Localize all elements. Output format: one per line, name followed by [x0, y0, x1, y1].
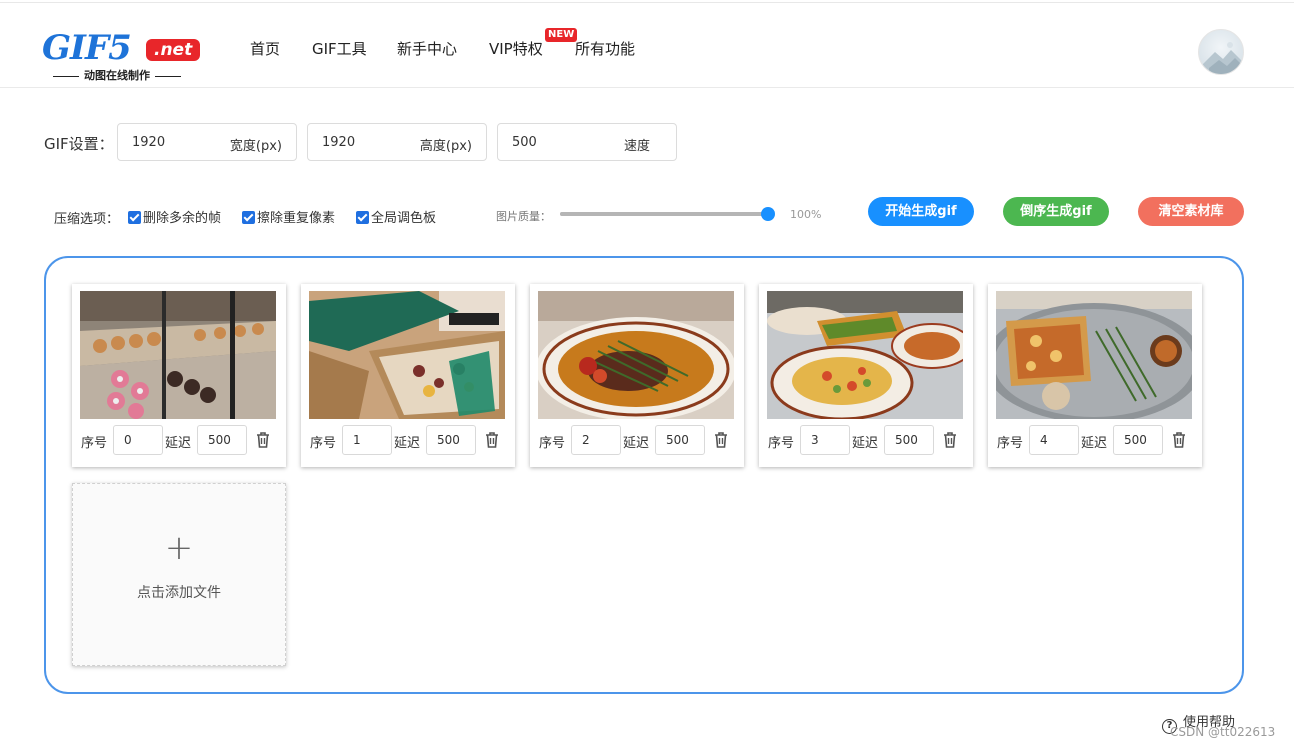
frame-delay-label: 延迟 — [165, 436, 192, 451]
frame-delay-input[interactable]: 500 — [655, 425, 705, 455]
frame-controls: 序号 0 延迟 500 — [81, 425, 281, 455]
frame-card: 序号 0 延迟 500 — [72, 284, 286, 467]
frame-index-label: 序号 — [768, 436, 795, 451]
trash-icon[interactable] — [255, 431, 271, 449]
checkbox-checked-icon[interactable] — [242, 211, 255, 224]
frame-index-input[interactable]: 1 — [342, 425, 392, 455]
checkbox-checked-icon[interactable] — [128, 211, 141, 224]
reverse-generate-button[interactable]: 倒序生成gif — [1003, 197, 1109, 226]
checkbox-label: 擦除重复像素 — [257, 211, 336, 226]
clear-library-button[interactable]: 清空素材库 — [1138, 197, 1244, 226]
logo-net-badge: .net — [146, 39, 201, 61]
frame-controls: 序号 1 延迟 500 — [310, 425, 510, 455]
frame-thumbnail[interactable] — [80, 291, 276, 419]
logo-text: GIF5 — [42, 28, 132, 68]
frame-delay-label: 延迟 — [852, 436, 879, 451]
width-input[interactable] — [118, 124, 218, 160]
frame-delay-label: 延迟 — [623, 436, 650, 451]
checkbox-global-palette[interactable]: 全局调色板 — [356, 207, 436, 226]
checkbox-label: 删除多余的帧 — [143, 211, 222, 226]
checkbox-erase-pixels[interactable]: 擦除重复像素 — [242, 207, 335, 226]
user-avatar[interactable] — [1198, 29, 1244, 75]
checkbox-label: 全局调色板 — [371, 211, 437, 226]
frame-thumbnail[interactable] — [996, 291, 1192, 419]
nav-all-features[interactable]: 所有功能 — [575, 38, 635, 59]
add-file-label: 点击添加文件 — [137, 585, 221, 601]
frame-delay-input[interactable]: 500 — [884, 425, 934, 455]
frame-card: 序号 3 延迟 500 — [759, 284, 973, 467]
frame-card: 序号 4 延迟 500 — [988, 284, 1202, 467]
compress-options-label: 压缩选项： — [54, 212, 120, 227]
gif-settings-label: GIF设置： — [44, 135, 114, 153]
frame-index-input[interactable]: 2 — [571, 425, 621, 455]
frame-delay-input[interactable]: 500 — [1113, 425, 1163, 455]
plus-icon: + — [164, 528, 194, 568]
frame-index-label: 序号 — [81, 436, 108, 451]
quality-slider-fill — [560, 212, 768, 216]
frame-controls: 序号 3 延迟 500 — [768, 425, 968, 455]
frame-thumbnail[interactable] — [309, 291, 505, 419]
quality-slider[interactable] — [560, 207, 775, 221]
nav-vip[interactable]: VIP特权 — [489, 38, 543, 59]
trash-icon[interactable] — [713, 431, 729, 449]
new-badge: NEW — [545, 28, 578, 42]
site-logo[interactable]: GIF5 .net 动图在线制作 — [42, 28, 201, 85]
trash-icon[interactable] — [1171, 431, 1187, 449]
logo-tagline: 动图在线制作 — [42, 67, 192, 83]
height-input[interactable] — [308, 124, 408, 160]
trash-icon[interactable] — [942, 431, 958, 449]
height-unit: 高度(px) — [419, 139, 472, 154]
frame-card: 序号 2 延迟 500 — [530, 284, 744, 467]
frame-thumbnail[interactable] — [538, 291, 734, 419]
speed-input[interactable] — [498, 124, 598, 160]
nav-beginner-center[interactable]: 新手中心 — [397, 38, 457, 59]
site-header: GIF5 .net 动图在线制作 首页 GIF工具 新手中心 VIP特权 NEW… — [0, 3, 1294, 88]
quality-slider-handle[interactable] — [761, 207, 775, 221]
speed-field: 速度 — [497, 123, 677, 161]
frame-controls: 序号 4 延迟 500 — [997, 425, 1197, 455]
height-field: 高度(px) — [307, 123, 487, 161]
frame-index-label: 序号 — [310, 436, 337, 451]
frame-delay-label: 延迟 — [1081, 436, 1108, 451]
frame-controls: 序号 2 延迟 500 — [539, 425, 739, 455]
trash-icon[interactable] — [484, 431, 500, 449]
frame-index-label: 序号 — [997, 436, 1024, 451]
width-field: 宽度(px) — [117, 123, 297, 161]
frame-index-input[interactable]: 4 — [1029, 425, 1079, 455]
add-file-button[interactable]: + 点击添加文件 — [72, 483, 286, 666]
frame-index-label: 序号 — [539, 436, 566, 451]
nav-gif-tools[interactable]: GIF工具 — [312, 38, 367, 59]
nav-home[interactable]: 首页 — [250, 38, 280, 59]
frame-delay-input[interactable]: 500 — [197, 425, 247, 455]
frame-thumbnail[interactable] — [767, 291, 963, 419]
quality-label: 图片质量： — [496, 210, 551, 223]
checkbox-remove-frames[interactable]: 删除多余的帧 — [128, 207, 221, 226]
start-generate-button[interactable]: 开始生成gif — [868, 197, 974, 226]
frame-index-input[interactable]: 3 — [800, 425, 850, 455]
quality-value: 100% — [790, 208, 822, 221]
frame-delay-label: 延迟 — [394, 436, 421, 451]
checkbox-checked-icon[interactable] — [356, 211, 369, 224]
frame-card: 序号 1 延迟 500 — [301, 284, 515, 467]
width-unit: 宽度(px) — [229, 139, 282, 154]
frame-index-input[interactable]: 0 — [113, 425, 163, 455]
watermark: CSDN @tt022613 — [1170, 725, 1276, 739]
frame-delay-input[interactable]: 500 — [426, 425, 476, 455]
speed-unit: 速度 — [623, 139, 650, 154]
